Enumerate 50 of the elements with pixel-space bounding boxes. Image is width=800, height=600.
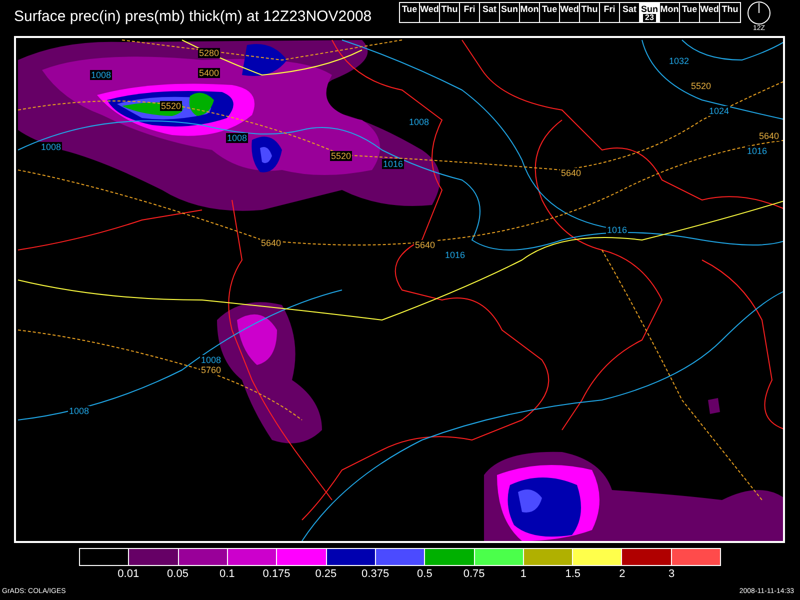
scale-label: 2 [619, 568, 626, 580]
day-tab[interactable]: Sun [500, 3, 520, 22]
scale-label: 3 [668, 568, 675, 580]
contour-label: 1016 [746, 146, 768, 156]
contour-label: 5520 [160, 101, 182, 111]
contour-label: 5520 [690, 81, 712, 91]
scale-label: 0.75 [463, 568, 485, 580]
map-title: Surface prec(in) pres(mb) thick(m) at 12Z23NOV2008 [14, 8, 373, 25]
day-tab[interactable]: Wed [420, 3, 440, 22]
day-tab[interactable]: Mon [660, 3, 680, 22]
contour-label: 1016 [382, 159, 404, 169]
day-tab[interactable]: Mon [520, 3, 540, 22]
clock-icon [747, 1, 771, 25]
day-tab[interactable]: Thu [440, 3, 460, 22]
day-tab[interactable]: Tue [400, 3, 420, 22]
scale-label: 0.01 [118, 568, 140, 580]
contour-label: 5520 [330, 151, 352, 161]
scale-label: 0.375 [362, 568, 390, 580]
day-tab[interactable]: Wed [700, 3, 720, 22]
contour-label: 5640 [560, 168, 582, 178]
day-tab[interactable]: Sat [480, 3, 500, 22]
day-tab[interactable]: Thu [580, 3, 600, 22]
contour-label: 5400 [198, 68, 220, 78]
scale-label: 0.5 [417, 568, 432, 580]
scale-label: 0.175 [262, 568, 290, 580]
scale-label: 1.5 [565, 568, 580, 580]
contour-label: 1016 [444, 250, 466, 260]
day-tab[interactable]: Sun 23 [640, 3, 660, 22]
day-tab[interactable]: Wed [560, 3, 580, 22]
scale-label: 0.05 [167, 568, 188, 580]
day-tab[interactable]: Tue [540, 3, 560, 22]
contour-label: 1024 [708, 106, 730, 116]
contour-label: 1008 [40, 142, 62, 152]
contour-label: 5640 [758, 131, 780, 141]
contour-label: 1008 [200, 355, 222, 365]
contour-label: 1016 [606, 225, 628, 235]
contour-label: 5640 [260, 238, 282, 248]
scale-label: 0.25 [315, 568, 337, 580]
scale-label: 1 [520, 568, 527, 580]
contour-label: 5280 [198, 48, 220, 58]
scale-label: 0.1 [220, 568, 235, 580]
contour-label: 1008 [90, 70, 112, 80]
contour-label: 1008 [68, 406, 90, 416]
contour-label: 5640 [414, 240, 436, 250]
day-tab[interactable]: Tue [680, 3, 700, 22]
day-tab[interactable]: Sat [620, 3, 640, 22]
contour-label: 1008 [408, 117, 430, 127]
contour-label: 1032 [668, 56, 690, 66]
contour-label: 1008 [226, 133, 248, 143]
contour-label: 5760 [200, 365, 222, 375]
